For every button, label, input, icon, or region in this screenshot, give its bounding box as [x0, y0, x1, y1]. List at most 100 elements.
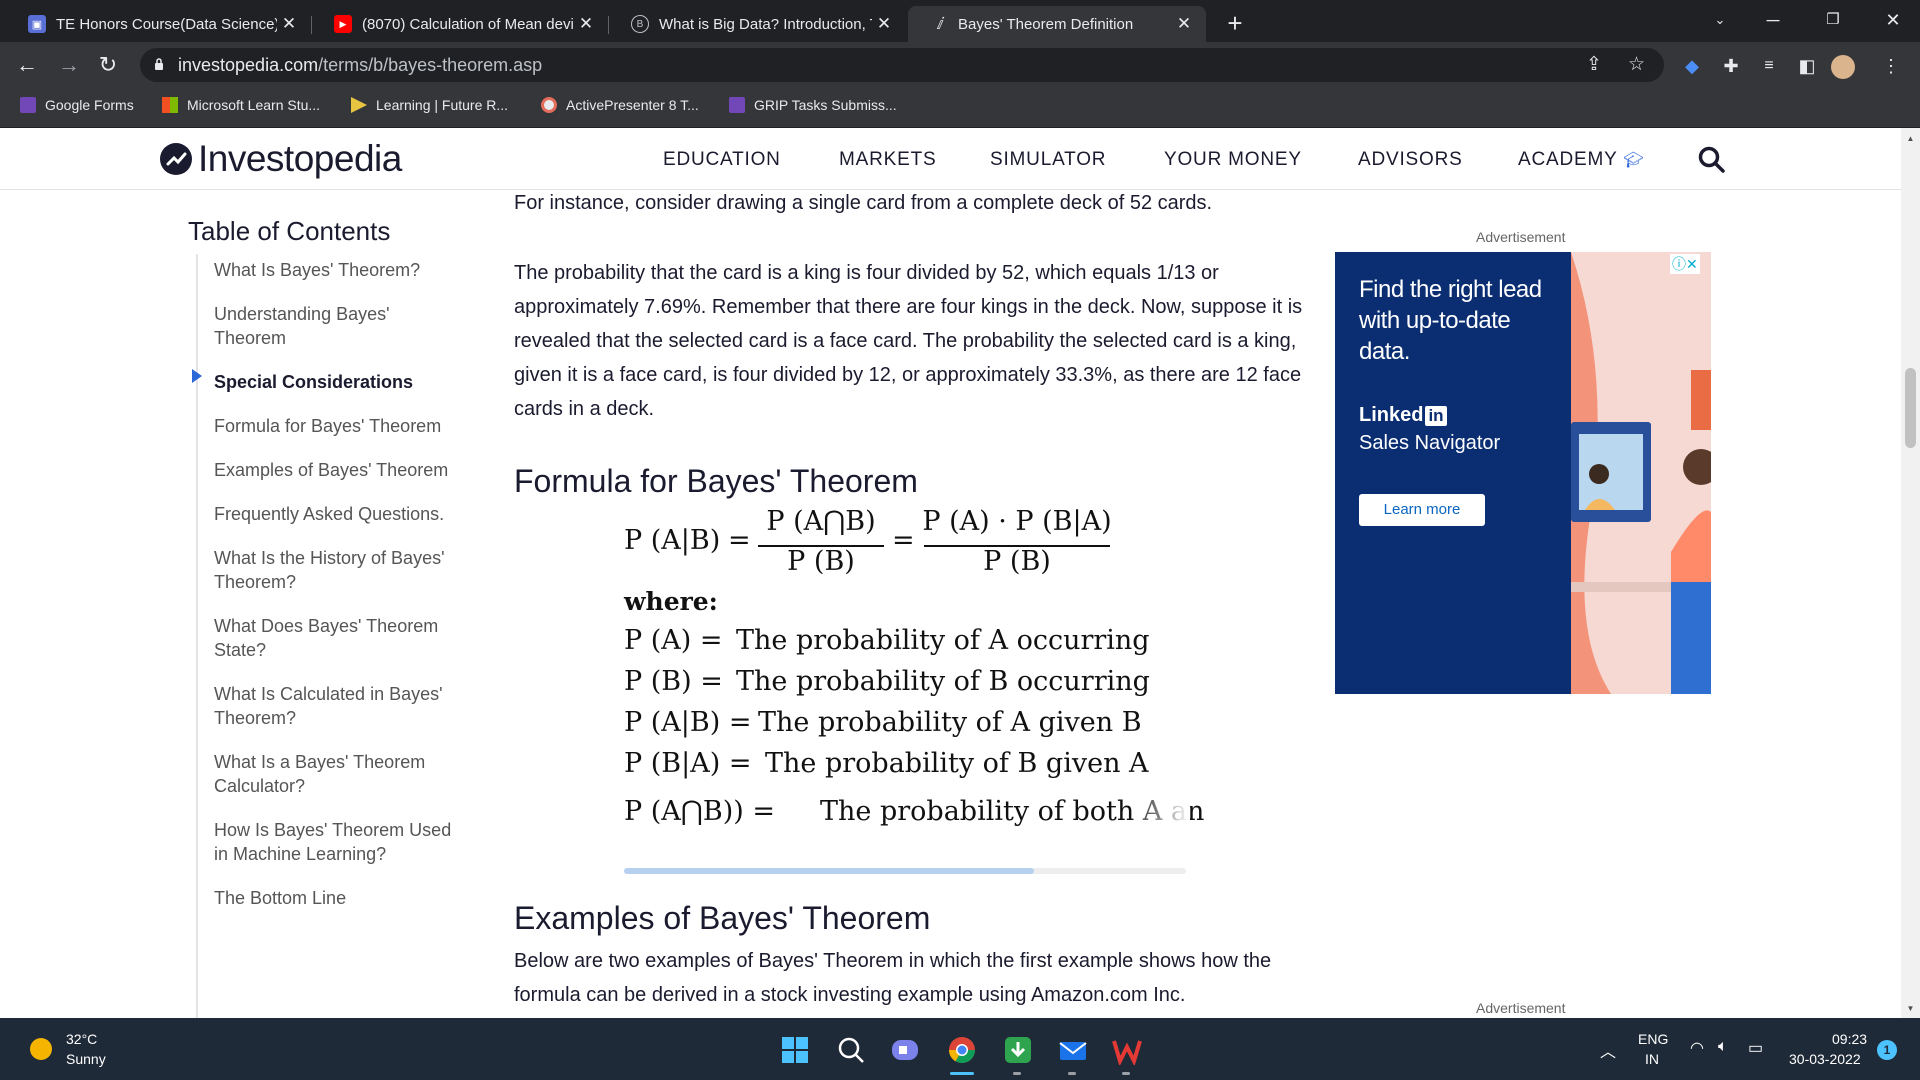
paragraph-card-intro: For instance, consider drawing a single …: [514, 192, 1213, 214]
back-button[interactable]: ←: [12, 50, 42, 80]
paragraph-examples-intro: Below are two examples of Bayes' Theorem…: [514, 950, 1272, 1006]
reload-button[interactable]: ↻: [93, 50, 123, 80]
linkedin-ad[interactable]: Find the right lead with up-to-date data…: [1335, 252, 1711, 694]
tab-bayes-theorem[interactable]: ⅈ Bayes' Theorem Definition ✕: [908, 6, 1206, 42]
nav-academy[interactable]: ACADEMY 🎓︎: [1518, 149, 1644, 171]
toc-item-bottom-line[interactable]: The Bottom Line: [214, 886, 464, 910]
ad-close-icon[interactable]: ⓘ✕: [1670, 254, 1700, 274]
url-text: investopedia.com/terms/b/bayes-theorem.a…: [178, 55, 543, 75]
teams-chat-icon[interactable]: [890, 1035, 920, 1065]
share-icon[interactable]: ⇪: [1586, 53, 1602, 76]
activepresenter-icon: [541, 97, 557, 113]
nav-advisors[interactable]: ADVISORS: [1358, 149, 1463, 171]
windows-taskbar: 32°C Sunny ︿ ENG IN ◠ 🔈︎ ▭ 09:23 30-03-2…: [0, 1018, 1920, 1080]
tab-search-icon[interactable]: ⌄: [1690, 0, 1750, 40]
chrome-menu-icon[interactable]: ⋮: [1880, 55, 1902, 77]
page-scroll-thumb[interactable]: [1905, 368, 1916, 448]
profile-avatar[interactable]: [1831, 55, 1855, 79]
close-tab-icon[interactable]: ✕: [277, 14, 301, 34]
toc-item-special-considerations[interactable]: Special Considerations: [214, 370, 464, 394]
toc-item-examples[interactable]: Examples of Bayes' Theorem: [214, 458, 464, 482]
restore-button[interactable]: ❐: [1803, 0, 1863, 40]
scroll-down-arrow-icon[interactable]: ▼: [1901, 1004, 1920, 1013]
close-tab-icon[interactable]: ✕: [1172, 14, 1196, 34]
toc-item-what-is[interactable]: What Is Bayes' Theorem?: [214, 258, 464, 282]
formula-fraction1-numerator: P (A⋂B): [766, 506, 876, 537]
bookmark-future-learn[interactable]: Learning | Future R...: [351, 97, 508, 113]
wifi-icon[interactable]: ◠: [1690, 1038, 1704, 1058]
extension-diamond-icon[interactable]: ◆: [1681, 55, 1703, 77]
tab-youtube-mean-deviation[interactable]: ▶ (8070) Calculation of Mean devia ✕: [312, 6, 608, 42]
toc-item-calculator[interactable]: What Is a Bayes' Theorem Calculator?: [214, 750, 464, 798]
wps-office-icon[interactable]: [1112, 1035, 1142, 1065]
google-forms-icon: [20, 97, 36, 113]
bookmark-activepresenter[interactable]: ActivePresenter 8 T...: [541, 97, 699, 113]
nav-your-money[interactable]: YOUR MONEY: [1164, 149, 1302, 171]
toc-item-history[interactable]: What Is the History of Bayes' Theorem?: [214, 546, 464, 594]
definition-symbol: P (A|B) =: [624, 707, 752, 738]
formula-fraction2-denominator: P (B): [983, 546, 1051, 577]
search-icon[interactable]: [836, 1035, 866, 1065]
clock-time[interactable]: 09:23: [1832, 1031, 1867, 1047]
classroom-icon: ▣: [28, 15, 46, 33]
download-app-icon[interactable]: [1003, 1035, 1033, 1065]
language-region[interactable]: IN: [1645, 1051, 1659, 1067]
nav-education[interactable]: EDUCATION: [663, 149, 781, 171]
definition-symbol: P (B|A) =: [624, 748, 752, 779]
bookmark-microsoft-learn[interactable]: Microsoft Learn Stu...: [162, 97, 320, 113]
toc-item-calculated[interactable]: What Is Calculated in Bayes' Theorem?: [214, 682, 464, 730]
battery-icon[interactable]: ▭: [1748, 1038, 1763, 1058]
page-scrollbar[interactable]: ▲ ▼: [1901, 128, 1920, 1018]
close-tab-icon[interactable]: ✕: [872, 14, 896, 34]
investopedia-logo-icon: [160, 143, 192, 175]
advertisement-label: Advertisement: [1476, 229, 1566, 245]
bookmark-grip-tasks[interactable]: GRIP Tasks Submiss...: [729, 97, 897, 113]
toc-item-formula[interactable]: Formula for Bayes' Theorem: [214, 414, 464, 438]
nav-markets[interactable]: MARKETS: [839, 149, 936, 171]
toc-item-machine-learning[interactable]: How Is Bayes' Theorem Used in Machine Le…: [214, 818, 464, 866]
close-window-button[interactable]: ✕: [1863, 0, 1920, 40]
google-forms-icon: [729, 97, 745, 113]
windows-start-icon[interactable]: [780, 1035, 810, 1065]
linkedin-logo: Linked in: [1359, 404, 1447, 427]
clock-date[interactable]: 30-03-2022: [1789, 1051, 1861, 1067]
address-bar[interactable]: investopedia.com/terms/b/bayes-theorem.a…: [140, 48, 1664, 82]
nav-simulator[interactable]: SIMULATOR: [990, 149, 1106, 171]
definition-symbol: P (A⋂B)) =: [624, 796, 776, 827]
scroll-up-arrow-icon[interactable]: ▲: [1901, 134, 1920, 143]
tab-te-honors[interactable]: ▣ TE Honors Course(Data Science)( ✕: [6, 6, 311, 42]
formula-horizontal-scrollbar[interactable]: [624, 868, 1186, 874]
show-hidden-icons-chevron-icon[interactable]: ︿: [1600, 1038, 1616, 1062]
toc-item-understanding[interactable]: Understanding Bayes' Theorem: [214, 302, 464, 350]
mail-icon[interactable]: [1058, 1035, 1088, 1065]
notification-badge[interactable]: 1: [1877, 1040, 1897, 1060]
bookmark-google-forms[interactable]: Google Forms: [20, 97, 134, 113]
toc-item-state[interactable]: What Does Bayes' Theorem State?: [214, 614, 464, 662]
media-control-icon[interactable]: ≡: [1758, 55, 1780, 77]
bookmark-star-icon[interactable]: ☆: [1628, 53, 1645, 76]
sun-icon[interactable]: [30, 1038, 52, 1060]
side-panel-icon[interactable]: ◧: [1796, 55, 1818, 77]
toc-item-faq[interactable]: Frequently Asked Questions.: [214, 502, 464, 526]
new-tab-button[interactable]: +: [1220, 8, 1250, 38]
weather-condition[interactable]: Sunny: [66, 1051, 106, 1067]
search-icon[interactable]: [1697, 145, 1727, 175]
formula-scroll-thumb[interactable]: [624, 868, 1034, 874]
language-indicator[interactable]: ENG: [1638, 1031, 1668, 1047]
definition-text: The probability of A occurring: [736, 625, 1150, 656]
toc-title: Table of Contents: [188, 216, 391, 246]
extensions-puzzle-icon[interactable]: ✚: [1720, 55, 1742, 77]
chrome-icon[interactable]: [947, 1035, 977, 1065]
microsoft-icon: [162, 97, 178, 113]
bookmarks-bar: Google Forms Microsoft Learn Stu... Lear…: [0, 88, 1920, 128]
weather-temperature[interactable]: 32°C: [66, 1031, 97, 1047]
forward-button[interactable]: →: [54, 50, 84, 80]
site-icon: B: [631, 15, 649, 33]
ad-learn-more-button[interactable]: Learn more: [1359, 494, 1485, 526]
close-tab-icon[interactable]: ✕: [574, 14, 598, 34]
minimize-button[interactable]: ─: [1743, 0, 1803, 40]
investopedia-logo[interactable]: Investopedia: [160, 138, 402, 180]
volume-icon[interactable]: 🔈︎: [1718, 1038, 1728, 1056]
youtube-icon: ▶: [334, 15, 352, 33]
tab-big-data[interactable]: B What is Big Data? Introduction, T ✕: [609, 6, 906, 42]
